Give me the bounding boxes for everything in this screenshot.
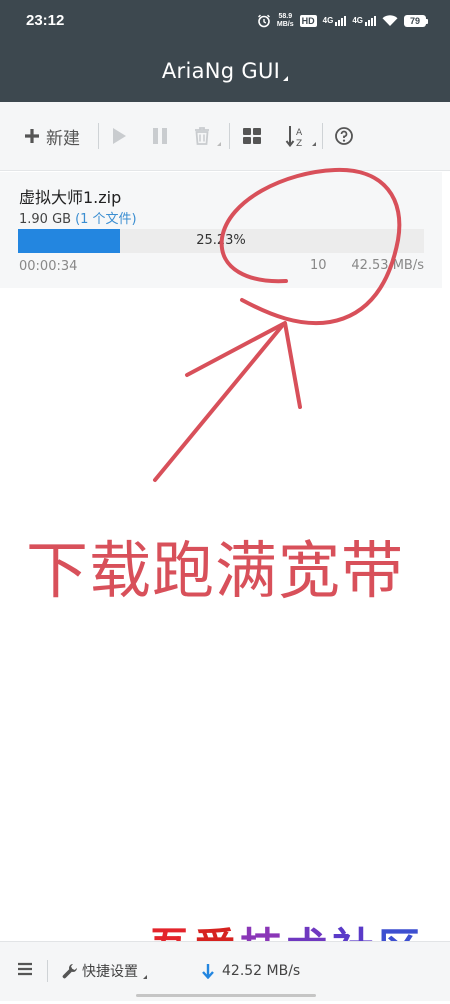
wifi-icon [382, 15, 398, 26]
svg-text:Z: Z [296, 139, 302, 147]
task-elapsed-time: 00:00:34 [19, 259, 78, 274]
svg-text:A: A [296, 128, 303, 138]
task-size: 1.90 GB [19, 212, 72, 227]
network-label-2: 4G [352, 16, 363, 25]
new-task-label: 新建 [46, 128, 80, 149]
task-name: 虚拟大师1.zip [19, 188, 122, 207]
home-indicator [136, 994, 316, 997]
annotation-text: 下载跑满宽带 [26, 534, 405, 607]
status-bar: 23:12 58.9 MB/s HD 4G 4G 79 [0, 0, 450, 40]
bottom-bar: 快捷设置 42.52 MB/s [0, 941, 450, 1001]
pause-button[interactable] [139, 116, 181, 156]
sort-button[interactable]: A Z [274, 116, 318, 156]
annotation-arrow-shaft [153, 324, 284, 482]
alarm-icon [257, 14, 270, 28]
toolbar: 新建 A Z [0, 102, 450, 171]
title-caret-icon [283, 76, 289, 81]
app-title[interactable]: AriaNg GUI [162, 59, 289, 83]
start-button[interactable] [99, 116, 139, 156]
network-speed: 58.9 MB/s [277, 13, 294, 29]
trash-icon [195, 127, 209, 145]
new-task-button[interactable]: 新建 [24, 116, 88, 156]
delete-button[interactable] [181, 116, 223, 156]
sort-icon: A Z [285, 126, 303, 147]
play-icon [113, 128, 126, 144]
task-item[interactable]: 虚拟大师1.zip 1.90 GB (1 个文件) 25.23% 00:00:34… [0, 172, 442, 288]
task-meta: 1.90 GB (1 个文件) [19, 208, 137, 227]
task-files-link[interactable]: (1 个文件) [75, 212, 137, 227]
status-icons: 58.9 MB/s HD 4G 4G 79 [257, 9, 428, 33]
annotation-arrow-head [185, 321, 302, 409]
quick-settings-button[interactable]: 快捷设置 [62, 960, 147, 982]
task-connections: 10 [310, 258, 327, 273]
bottom-divider [47, 960, 48, 982]
quick-settings-label: 快捷设置 [82, 964, 138, 980]
network-speed-unit: MB/s [276, 21, 294, 28]
network-speed-value: 58.9 [278, 13, 293, 20]
pause-icon [153, 128, 167, 144]
signal-icon-2: 4G [352, 16, 376, 26]
task-progress-bar: 25.23% [18, 229, 424, 253]
battery-level: 79 [404, 15, 426, 27]
menu-icon[interactable] [16, 960, 34, 978]
wrench-icon [62, 964, 77, 979]
network-label-1: 4G [322, 16, 334, 25]
display-mode-button[interactable] [230, 116, 274, 156]
delete-caret-icon [217, 142, 221, 146]
status-time: 23:12 [26, 12, 65, 29]
download-arrow-icon [202, 964, 214, 979]
task-progress-label: 25.23% [196, 233, 246, 248]
signal-icon-1: 4G [323, 16, 347, 26]
help-icon [335, 127, 353, 145]
global-download-speed-value: 42.52 MB/s [222, 963, 301, 979]
hd-badge: HD [299, 15, 317, 27]
battery-icon: 79 [404, 15, 428, 27]
help-button[interactable] [323, 116, 365, 156]
grid-icon [243, 128, 261, 144]
quick-settings-caret-icon [143, 975, 147, 979]
plus-icon [25, 129, 39, 143]
sort-caret-icon [312, 142, 316, 146]
app-header: AriaNg GUI [0, 40, 450, 102]
task-download-speed: 42.53 MB/s [351, 258, 424, 273]
global-download-speed: 42.52 MB/s [202, 960, 300, 982]
